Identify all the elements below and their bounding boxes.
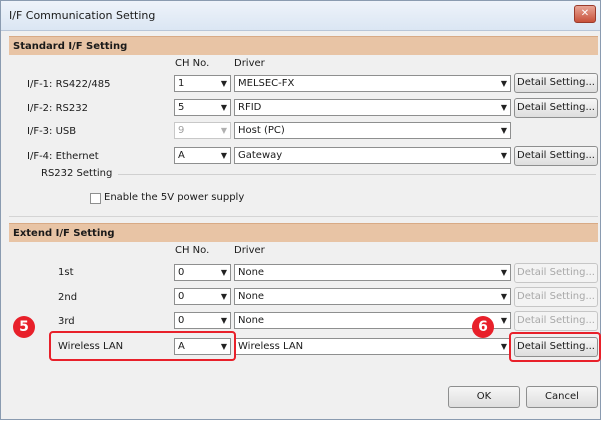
close-icon: ✕ <box>580 8 590 19</box>
extend-3rd-label: 3rd <box>58 316 75 327</box>
chevron-down-icon: ▼ <box>220 103 227 112</box>
if4-driver-select[interactable]: Gateway ▼ <box>234 147 511 164</box>
chevron-down-icon: ▼ <box>500 151 507 160</box>
rs232-setting-label: RS232 Setting <box>41 168 113 179</box>
extend-1st-ch-select[interactable]: 0 ▼ <box>174 264 231 281</box>
extend-2nd-ch-select[interactable]: 0 ▼ <box>174 288 231 305</box>
chevron-down-icon: ▼ <box>500 292 507 301</box>
extend-1st-ch-value: 0 <box>178 267 185 278</box>
if2-driver-select[interactable]: RFID ▼ <box>234 99 511 116</box>
extend-1st-detail-setting-button: Detail Setting... <box>514 263 598 283</box>
chevron-down-icon: ▼ <box>220 151 227 160</box>
if1-ch-select[interactable]: 1 ▼ <box>174 75 231 92</box>
if2-driver-value: RFID <box>238 102 262 113</box>
if4-detail-setting-button[interactable]: Detail Setting... <box>514 146 598 166</box>
callout-box-5 <box>49 331 236 361</box>
callout-box-6 <box>509 332 601 362</box>
if1-ch-value: 1 <box>178 78 185 89</box>
chevron-down-icon: ▼ <box>220 126 227 135</box>
if1-detail-setting-button[interactable]: Detail Setting... <box>514 73 598 93</box>
ok-button[interactable]: OK <box>448 386 520 408</box>
section-divider <box>9 216 598 217</box>
if4-driver-value: Gateway <box>238 150 283 161</box>
callout-badge-6: 6 <box>472 316 494 338</box>
enable-5v-label: Enable the 5V power supply <box>104 192 245 203</box>
if1-driver-select[interactable]: MELSEC-FX ▼ <box>234 75 511 92</box>
extend-2nd-label: 2nd <box>58 292 78 303</box>
if2-ch-select[interactable]: 5 ▼ <box>174 99 231 116</box>
if3-ch-value: 9 <box>178 125 185 136</box>
extend-1st-driver-select[interactable]: None ▼ <box>234 264 511 281</box>
close-button[interactable]: ✕ <box>574 5 596 23</box>
if2-detail-setting-button[interactable]: Detail Setting... <box>514 98 598 118</box>
extend-2nd-driver-select[interactable]: None ▼ <box>234 288 511 305</box>
if3-driver-value: Host (PC) <box>238 125 285 136</box>
extend-3rd-driver-value: None <box>238 315 265 326</box>
chevron-down-icon: ▼ <box>220 292 227 301</box>
if-communication-setting-dialog: I/F Communication Setting ✕ Standard I/F… <box>0 0 601 420</box>
standard-driver-header: Driver <box>234 58 265 69</box>
wireless-lan-driver-select[interactable]: Wireless LAN ▼ <box>234 338 511 355</box>
chevron-down-icon: ▼ <box>500 268 507 277</box>
extend-1st-driver-value: None <box>238 267 265 278</box>
if1-label: I/F-1: RS422/485 <box>27 79 111 90</box>
extend-ch-no-header: CH No. <box>175 245 210 256</box>
if3-ch-select: 9 ▼ <box>174 122 231 139</box>
chevron-down-icon: ▼ <box>500 316 507 325</box>
if2-label: I/F-2: RS232 <box>27 103 88 114</box>
cancel-button[interactable]: Cancel <box>526 386 598 408</box>
wireless-lan-driver-value: Wireless LAN <box>238 341 304 352</box>
extend-3rd-driver-select[interactable]: None ▼ <box>234 312 511 329</box>
extend-1st-label: 1st <box>58 267 74 278</box>
title-bar: I/F Communication Setting ✕ <box>1 1 600 31</box>
chevron-down-icon: ▼ <box>500 79 507 88</box>
extend-driver-header: Driver <box>234 245 265 256</box>
chevron-down-icon: ▼ <box>500 126 507 135</box>
if3-driver-select[interactable]: Host (PC) ▼ <box>234 122 511 139</box>
chevron-down-icon: ▼ <box>500 342 507 351</box>
extend-2nd-detail-setting-button: Detail Setting... <box>514 287 598 307</box>
chevron-down-icon: ▼ <box>500 103 507 112</box>
rs232-divider <box>118 174 596 175</box>
extend-3rd-ch-value: 0 <box>178 315 185 326</box>
chevron-down-icon: ▼ <box>220 268 227 277</box>
extend-2nd-ch-value: 0 <box>178 291 185 302</box>
extend-if-setting-header: Extend I/F Setting <box>9 223 598 242</box>
if4-ch-value: A <box>178 150 185 161</box>
if1-driver-value: MELSEC-FX <box>238 78 295 89</box>
enable-5v-checkbox[interactable] <box>90 193 101 204</box>
extend-2nd-driver-value: None <box>238 291 265 302</box>
window-title: I/F Communication Setting <box>9 9 156 22</box>
standard-ch-no-header: CH No. <box>175 58 210 69</box>
extend-3rd-ch-select[interactable]: 0 ▼ <box>174 312 231 329</box>
chevron-down-icon: ▼ <box>220 316 227 325</box>
if3-label: I/F-3: USB <box>27 126 77 137</box>
chevron-down-icon: ▼ <box>220 79 227 88</box>
if2-ch-value: 5 <box>178 102 185 113</box>
callout-badge-5: 5 <box>13 316 35 338</box>
extend-3rd-detail-setting-button: Detail Setting... <box>514 311 598 331</box>
standard-if-setting-header: Standard I/F Setting <box>9 36 598 55</box>
if4-ch-select[interactable]: A ▼ <box>174 147 231 164</box>
if4-label: I/F-4: Ethernet <box>27 151 99 162</box>
